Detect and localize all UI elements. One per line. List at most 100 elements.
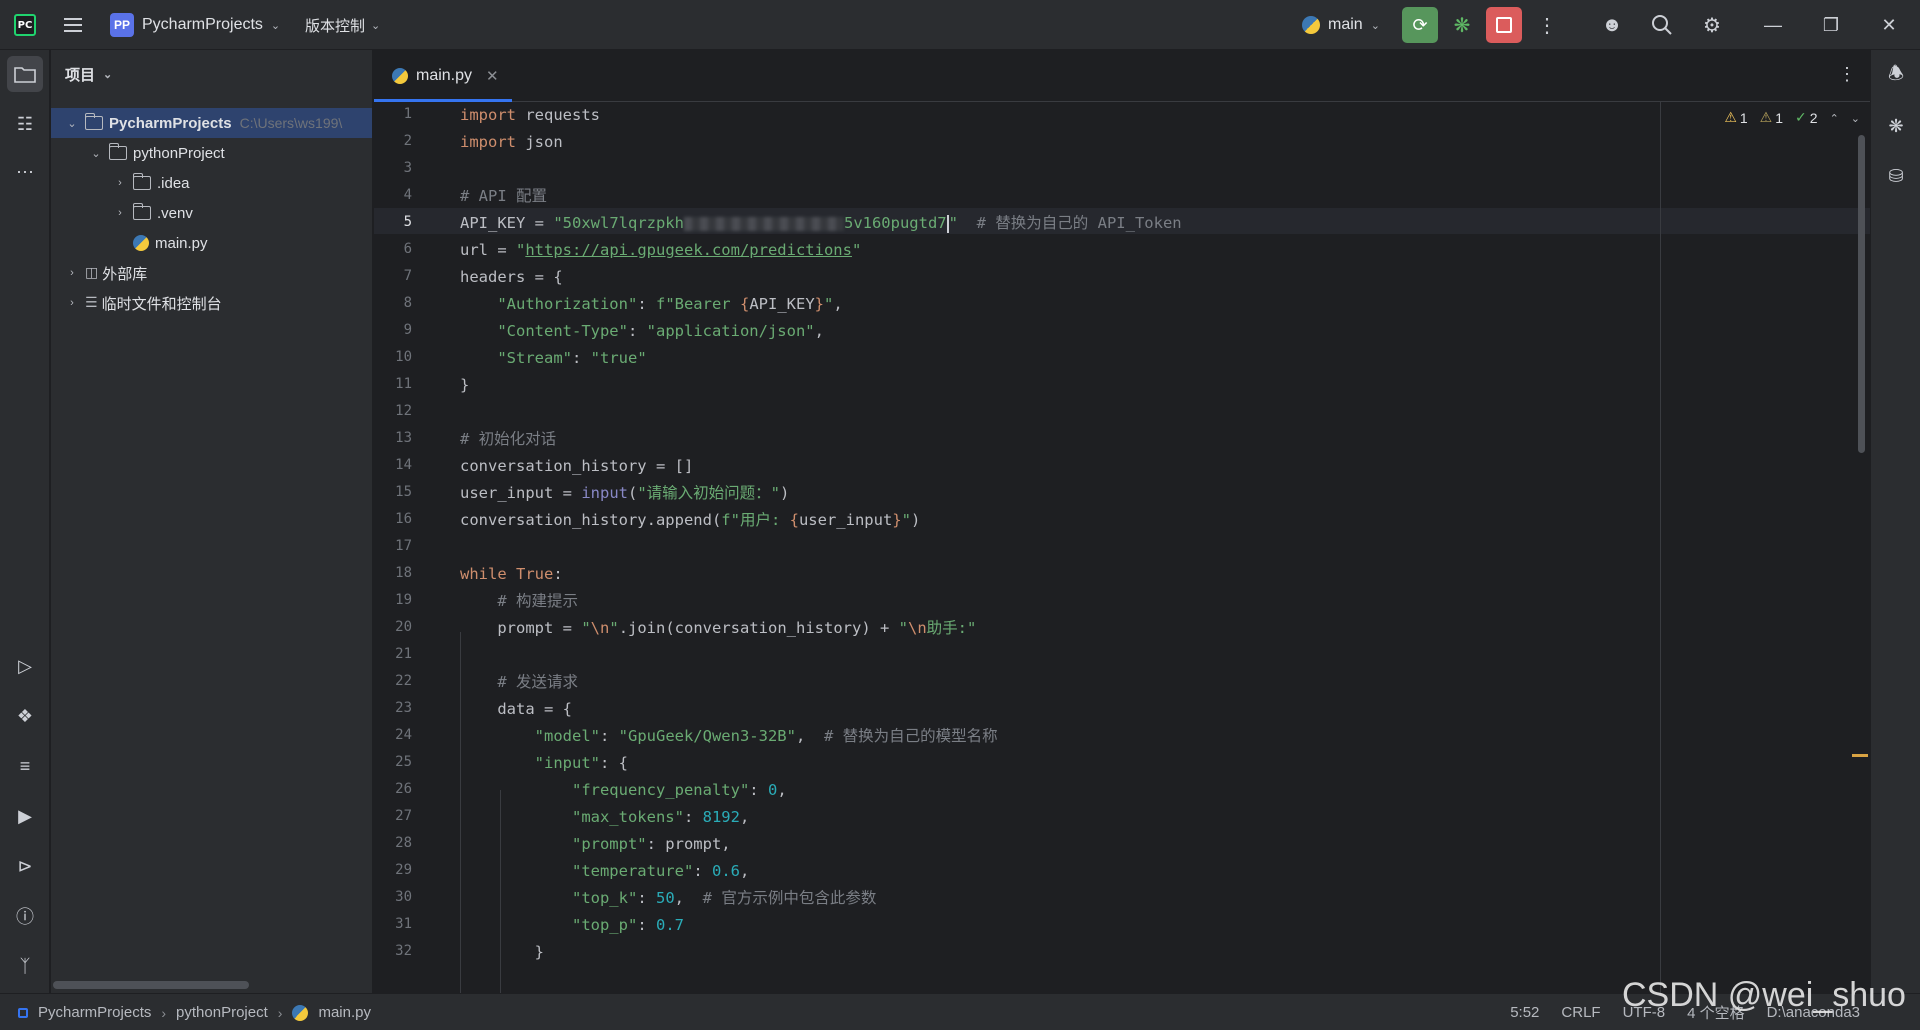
structure-tool-button[interactable]: ☷ (7, 106, 43, 142)
tab-options-button[interactable]: ⋮ (1838, 64, 1856, 85)
minimize-button[interactable]: — (1748, 0, 1798, 50)
add-user-button[interactable]: ☻ (1594, 7, 1630, 43)
debug-button[interactable]: ❋ (1444, 7, 1480, 43)
line-number[interactable]: 26 (374, 781, 412, 797)
run-config-selector[interactable]: main ⌄ (1302, 0, 1380, 50)
line-number[interactable]: 13 (374, 430, 412, 446)
line-number[interactable]: 7 (374, 268, 412, 284)
line-number[interactable]: 27 (374, 808, 412, 824)
line-number[interactable]: 28 (374, 835, 412, 851)
url-link[interactable]: https://api.gpugeek.com/predictions (525, 241, 852, 259)
line-number[interactable]: 20 (374, 619, 412, 635)
warnings-count[interactable]: ⚠ 1 (1724, 110, 1747, 126)
more-actions-button[interactable]: ⋮ (1529, 7, 1565, 43)
line-number[interactable]: 8 (374, 295, 412, 311)
tree-item-main-py[interactable]: main.py (51, 228, 372, 258)
notifications-button[interactable]: 🕭 (1878, 58, 1914, 94)
line-number[interactable]: 24 (374, 727, 412, 743)
line-number[interactable]: 30 (374, 889, 412, 905)
tab-main-py[interactable]: main.py ✕ (388, 50, 514, 102)
python-file-icon (292, 1004, 309, 1021)
tree-item-pythonproject[interactable]: ⌄ pythonProject (51, 138, 372, 168)
main-menu-button[interactable] (60, 0, 86, 50)
line-number[interactable]: 9 (374, 322, 412, 338)
terminal-icon: ⊳ (17, 855, 33, 876)
line-number-gutter[interactable]: 1 2 3 4 5 6 7 8 9 10 11 12 13 14 15 16 17 18 19 20 21 22 23 24 2… (374, 102, 444, 993)
line-number[interactable]: 14 (374, 457, 412, 473)
line-number[interactable]: 3 (374, 160, 412, 176)
line-number[interactable]: 22 (374, 673, 412, 689)
project-tool-button[interactable] (7, 56, 43, 92)
restore-button[interactable]: ❐ (1806, 0, 1856, 50)
run-tool-button[interactable]: ▷ (7, 648, 43, 684)
line-number[interactable]: 4 (374, 187, 412, 203)
line-number[interactable]: 10 (374, 349, 412, 365)
ok-count[interactable]: ✓ 2 (1795, 110, 1818, 126)
caret-position[interactable]: 5:52 (1510, 1004, 1539, 1021)
tree-item-root[interactable]: ⌄ PycharmProjects C:\Users\ws199\ (51, 108, 372, 138)
line-number[interactable]: 6 (374, 241, 412, 257)
line-number[interactable]: 5 (374, 214, 412, 230)
line-number[interactable]: 23 (374, 700, 412, 716)
layers-tool-button[interactable]: ≡ (7, 748, 43, 784)
breadcrumb-item[interactable]: pythonProject (176, 1004, 268, 1021)
chevron-right-icon[interactable]: › (65, 297, 79, 309)
line-separator[interactable]: CRLF (1561, 1004, 1600, 1021)
tree-item-external-libs[interactable]: › ◫ 外部库 (51, 258, 372, 288)
project-panel-header[interactable]: 项目 ⌄ (65, 64, 112, 85)
code-line: data = { (460, 700, 572, 718)
line-number[interactable]: 11 (374, 376, 412, 392)
line-number[interactable]: 21 (374, 646, 412, 662)
line-number[interactable]: 32 (374, 943, 412, 959)
line-number[interactable]: 25 (374, 754, 412, 770)
line-number[interactable]: 16 (374, 511, 412, 527)
tree-item-venv[interactable]: › .venv (51, 198, 372, 228)
more-tools-button[interactable]: ⋯ (7, 154, 43, 190)
close-icon[interactable]: ✕ (486, 67, 499, 85)
line-number[interactable]: 1 (374, 106, 412, 122)
app-logo[interactable]: PC (12, 0, 38, 50)
close-button[interactable]: ✕ (1864, 0, 1914, 50)
line-number[interactable]: 31 (374, 916, 412, 932)
code-line: while True: (460, 565, 563, 583)
inspection-widget[interactable]: ⚠ 1 ⚠ 1 ✓ 2 ⌃ ⌄ (1724, 110, 1860, 126)
line-number[interactable]: 18 (374, 565, 412, 581)
project-switcher[interactable]: PP PycharmProjects ⌄ (110, 0, 280, 50)
tree-item-idea[interactable]: › .idea (51, 168, 372, 198)
breadcrumb-item[interactable]: PycharmProjects (38, 1004, 151, 1021)
warning-stripe-marker[interactable] (1852, 754, 1868, 757)
services-tool-button[interactable]: ▶ (7, 798, 43, 834)
line-number[interactable]: 19 (374, 592, 412, 608)
chevron-down-icon[interactable]: ⌄ (1851, 112, 1860, 125)
tree-item-label: 临时文件和控制台 (101, 295, 222, 313)
more-icon: ⋮ (1537, 14, 1557, 37)
chevron-right-icon[interactable]: › (113, 177, 127, 189)
line-number[interactable]: 29 (374, 862, 412, 878)
chevron-right-icon[interactable]: › (65, 267, 79, 279)
rerun-button[interactable]: ⟳ (1402, 7, 1438, 43)
settings-button[interactable]: ⚙ (1694, 7, 1730, 43)
terminal-tool-button[interactable]: ⊳ (7, 848, 43, 884)
line-number[interactable]: 12 (374, 403, 412, 419)
vertical-scrollbar[interactable] (1858, 135, 1865, 453)
breadcrumb-item[interactable]: main.py (318, 1004, 371, 1021)
tree-item-scratches[interactable]: › ☰ 临时文件和控制台 (51, 288, 372, 318)
chevron-up-icon[interactable]: ⌃ (1830, 112, 1839, 125)
chevron-down-icon[interactable]: ⌄ (89, 147, 103, 160)
git-tool-button[interactable]: ᛉ (7, 948, 43, 984)
problems-tool-button[interactable]: ⓘ (7, 898, 43, 934)
chevron-down-icon[interactable]: ⌄ (65, 117, 79, 130)
line-number[interactable]: 17 (374, 538, 412, 554)
search-button[interactable] (1644, 7, 1680, 43)
python-console-button[interactable]: ❖ (7, 698, 43, 734)
line-number[interactable]: 15 (374, 484, 412, 500)
vcs-menu[interactable]: 版本控制 ⌄ (305, 0, 380, 50)
horizontal-scrollbar[interactable] (53, 981, 249, 989)
stop-button[interactable] (1486, 7, 1522, 43)
close-icon: ✕ (1881, 14, 1897, 35)
weak-warnings-count[interactable]: ⚠ 1 (1760, 110, 1783, 126)
database-button[interactable]: ⛁ (1878, 158, 1914, 194)
line-number[interactable]: 2 (374, 133, 412, 149)
chevron-right-icon[interactable]: › (113, 207, 127, 219)
ai-assistant-button[interactable]: ❋ (1878, 108, 1914, 144)
